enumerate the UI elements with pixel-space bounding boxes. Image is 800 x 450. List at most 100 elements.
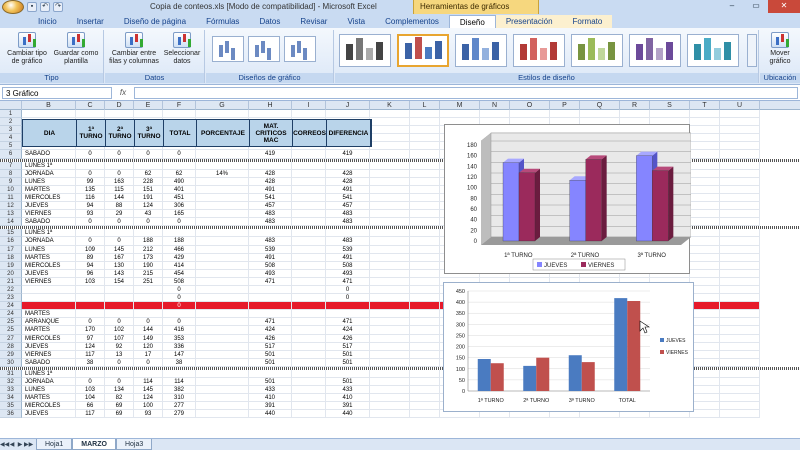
cell-E[interactable]: 93 (134, 410, 163, 419)
cell-T[interactable] (690, 237, 720, 246)
row-header[interactable]: 33 (0, 386, 22, 395)
cell-H[interactable]: 410 (249, 394, 292, 403)
cell-C[interactable]: 0 (76, 218, 105, 227)
cell-C[interactable] (76, 310, 105, 319)
cell-E[interactable] (134, 110, 163, 119)
cell-I[interactable] (292, 310, 326, 319)
cell-T[interactable] (690, 150, 720, 159)
cell-K[interactable] (370, 334, 410, 343)
cell-U[interactable] (720, 110, 760, 119)
row-header[interactable]: 27 (0, 334, 22, 343)
tab-5[interactable]: Revisar (290, 15, 337, 28)
column-header-J[interactable]: J (326, 101, 370, 110)
cell-T[interactable] (690, 193, 720, 203)
row-header[interactable]: 9 (0, 177, 22, 186)
row-header[interactable]: 5 (0, 142, 22, 151)
cell-T[interactable] (690, 169, 720, 178)
cell-J[interactable]: 419 (326, 150, 370, 159)
move-chart-button[interactable]: Mover gráfico (762, 32, 798, 66)
cell-L[interactable] (410, 378, 440, 387)
cell-D[interactable]: 29 (105, 210, 134, 219)
cell-L[interactable] (410, 386, 440, 395)
cell-E[interactable]: 0 (134, 358, 163, 367)
cell-F[interactable] (163, 161, 196, 170)
cell-E[interactable]: 124 (134, 394, 163, 403)
cell-C[interactable]: 116 (76, 193, 105, 203)
cell-B[interactable]: MIERCOLES (22, 261, 76, 270)
cell-E[interactable]: 43 (134, 210, 163, 219)
cell-F[interactable]: 165 (163, 210, 196, 219)
chart-style-3[interactable] (455, 34, 507, 67)
row-header[interactable]: 30 (0, 358, 22, 367)
cell-E[interactable] (134, 310, 163, 319)
cell-C[interactable]: 99 (76, 177, 105, 186)
cell-L[interactable] (410, 326, 440, 335)
cell-L[interactable] (410, 210, 440, 219)
cell-H[interactable] (249, 302, 292, 311)
cell-G[interactable] (196, 285, 249, 295)
cell-K[interactable] (370, 142, 410, 151)
cell-E[interactable] (134, 294, 163, 303)
cell-K[interactable] (370, 193, 410, 203)
cell-H[interactable]: 483 (249, 237, 292, 246)
cell-F[interactable]: 277 (163, 402, 196, 411)
fx-icon[interactable]: fx (112, 88, 134, 97)
redo-icon[interactable]: ↷ (53, 2, 63, 12)
cell-C[interactable] (76, 369, 105, 378)
cell-J[interactable]: 541 (326, 193, 370, 203)
row-header[interactable]: 15 (0, 229, 22, 238)
cell-U[interactable] (720, 118, 760, 127)
cell-J[interactable] (326, 369, 370, 378)
cell-U[interactable] (720, 150, 760, 159)
cell-P[interactable] (550, 110, 580, 119)
cell-L[interactable] (410, 202, 440, 211)
cell-H[interactable] (249, 229, 292, 238)
cell-H[interactable]: 508 (249, 261, 292, 270)
cell-K[interactable] (370, 218, 410, 227)
cell-G[interactable] (196, 358, 249, 367)
cell-J[interactable]: 493 (326, 269, 370, 278)
cell-L[interactable] (410, 302, 440, 311)
cell-D[interactable]: 0 (105, 169, 134, 178)
cell-B[interactable]: MARTES (22, 326, 76, 335)
cell-D[interactable]: 69 (105, 410, 134, 419)
cell-J[interactable]: 471 (326, 318, 370, 327)
cell-G[interactable] (196, 310, 249, 319)
chart-style-1[interactable] (339, 34, 391, 67)
cell-E[interactable]: 0 (134, 318, 163, 327)
cell-S[interactable] (650, 110, 690, 119)
cell-I[interactable] (292, 253, 326, 262)
chart-3d-turnos[interactable]: 0 20 40 60 80 100 120 140 160 180 1ª TURNO 2ª TURNO… (444, 124, 692, 274)
cell-K[interactable] (370, 185, 410, 194)
cell-K[interactable] (370, 126, 410, 135)
cell-B[interactable]: ARRANQUE (22, 318, 76, 327)
cell-L[interactable] (410, 229, 440, 238)
cell-B[interactable]: JUEVES (22, 269, 76, 278)
row-header[interactable]: 21 (0, 277, 22, 286)
close-button[interactable]: ✕ (768, 0, 800, 13)
cell-L[interactable] (410, 169, 440, 178)
cell-I[interactable] (292, 358, 326, 367)
cell-L[interactable] (410, 118, 440, 127)
cell-B[interactable]: JUEVES (22, 202, 76, 211)
cell-H[interactable]: 419 (249, 150, 292, 159)
cell-L[interactable] (410, 269, 440, 278)
row-header[interactable]: 3 (0, 126, 22, 135)
cell-C[interactable]: 0 (76, 378, 105, 387)
cell-H[interactable] (249, 161, 292, 170)
cell-H[interactable] (249, 310, 292, 319)
cell-U[interactable] (720, 261, 760, 270)
cell-G[interactable] (196, 402, 249, 411)
cell-T[interactable] (690, 110, 720, 119)
cell-C[interactable]: 94 (76, 202, 105, 211)
sheet-tab-0[interactable]: Hoja1 (36, 439, 73, 450)
cell-E[interactable]: 149 (134, 334, 163, 343)
cell-U[interactable] (720, 310, 760, 319)
cell-C[interactable]: 117 (76, 350, 105, 359)
cell-B[interactable]: JUEVES (22, 410, 76, 419)
cell-C[interactable]: 97 (76, 334, 105, 343)
cell-U[interactable] (720, 177, 760, 186)
cell-F[interactable]: 147 (163, 350, 196, 359)
cell-H[interactable] (249, 110, 292, 119)
cell-H[interactable] (249, 285, 292, 295)
